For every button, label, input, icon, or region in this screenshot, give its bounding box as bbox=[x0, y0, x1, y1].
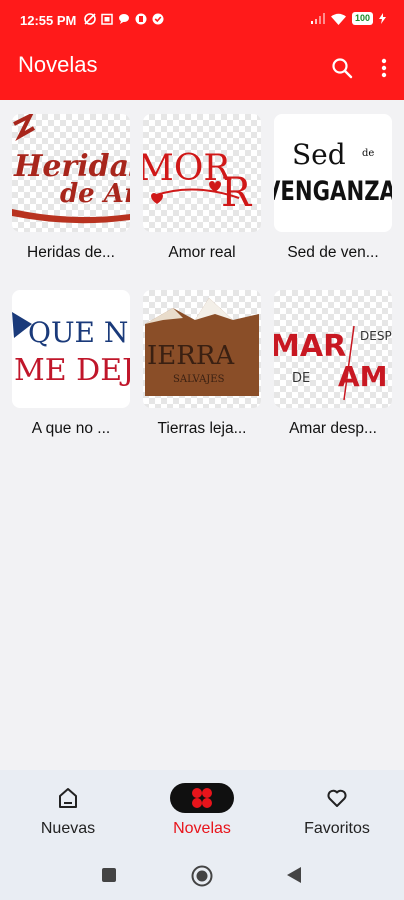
novela-card-tierras-lejanas[interactable]: IERRA SALVAJES Tierras leja... bbox=[143, 290, 261, 437]
svg-text:Sed: Sed bbox=[292, 138, 346, 171]
novela-card-amar-despues[interactable]: MAR DESP DE AM Amar desp... bbox=[274, 290, 392, 437]
check-circle-icon bbox=[152, 13, 164, 25]
novela-card-a-que-no[interactable]: QUE N ME DEJA A que no ... bbox=[12, 290, 130, 437]
notification-icons bbox=[84, 13, 164, 25]
alarm-off-icon bbox=[84, 13, 96, 25]
novela-title: Tierras leja... bbox=[157, 420, 247, 437]
svg-text:MAR: MAR bbox=[274, 329, 346, 364]
status-bar: 12:55 PM 100 bbox=[0, 0, 404, 36]
heart-icon bbox=[327, 789, 347, 807]
cover-amar: MAR DESP DE AM bbox=[274, 290, 392, 408]
svg-text:IERRA: IERRA bbox=[147, 341, 235, 371]
svg-text:de An: de An bbox=[60, 179, 130, 209]
novela-title: Amor real bbox=[168, 244, 236, 261]
nav-tab-favoritos[interactable]: Favoritos bbox=[282, 782, 392, 838]
bottom-navigation: Nuevas Novelas Favoritos bbox=[0, 770, 404, 850]
search-icon[interactable] bbox=[330, 56, 354, 80]
more-options-icon[interactable] bbox=[376, 56, 392, 80]
cover-heridas: Heridas de An bbox=[12, 114, 130, 232]
svg-text:AM: AM bbox=[338, 360, 388, 393]
page-title: Novelas bbox=[18, 52, 98, 77]
svg-text:DESP: DESP bbox=[360, 329, 392, 343]
svg-text:VENGANZA: VENGANZA bbox=[274, 176, 392, 207]
app-icon bbox=[135, 13, 147, 25]
novela-title: A que no ... bbox=[31, 420, 111, 437]
nav-tab-novelas[interactable]: Novelas bbox=[147, 782, 257, 838]
wifi-icon bbox=[330, 13, 346, 25]
svg-text:DE: DE bbox=[292, 371, 310, 386]
nav-label-novelas: Novelas bbox=[173, 820, 231, 837]
novela-card-sed-de-venganza[interactable]: Sed de VENGANZA Sed de ven... bbox=[274, 114, 392, 261]
cover-a-que-no: QUE N ME DEJA bbox=[12, 290, 130, 408]
novela-title: Heridas de... bbox=[27, 244, 115, 261]
home-button[interactable] bbox=[191, 865, 213, 887]
signal-icon bbox=[310, 13, 325, 24]
app-bar: Novelas bbox=[0, 36, 404, 100]
battery-indicator: 100 bbox=[351, 12, 373, 25]
novela-card-amor-real[interactable]: MOR R Amor real bbox=[143, 114, 261, 261]
cover-sed-de-venganza: Sed de VENGANZA bbox=[274, 114, 392, 232]
chat-icon bbox=[119, 14, 129, 24]
svg-text:SALVAJES: SALVAJES bbox=[173, 374, 225, 385]
cover-tierras: IERRA SALVAJES bbox=[143, 290, 261, 408]
nav-label-favoritos: Favoritos bbox=[304, 820, 370, 837]
status-right: 100 bbox=[310, 12, 386, 25]
nav-tab-nuevas[interactable]: Nuevas bbox=[13, 782, 123, 838]
novela-title: Amar desp... bbox=[289, 420, 377, 437]
novela-title: Sed de ven... bbox=[287, 244, 379, 261]
cover-amor-real: MOR R bbox=[143, 114, 261, 232]
back-button[interactable] bbox=[286, 866, 302, 884]
calendar-icon bbox=[101, 13, 113, 25]
svg-text:QUE N: QUE N bbox=[28, 316, 128, 349]
novela-card-heridas[interactable]: Heridas de An Heridas de... bbox=[12, 114, 130, 261]
svg-text:de: de bbox=[362, 148, 374, 159]
system-nav-bar bbox=[0, 850, 404, 900]
active-tab-indicator bbox=[170, 783, 234, 813]
nav-label-nuevas: Nuevas bbox=[40, 820, 96, 837]
grid-icon bbox=[192, 788, 212, 808]
status-time: 12:55 PM bbox=[20, 13, 77, 28]
recents-button[interactable] bbox=[101, 867, 117, 883]
svg-text:ME DEJA: ME DEJA bbox=[14, 353, 130, 388]
home-icon bbox=[59, 788, 77, 808]
charging-icon bbox=[379, 13, 386, 24]
